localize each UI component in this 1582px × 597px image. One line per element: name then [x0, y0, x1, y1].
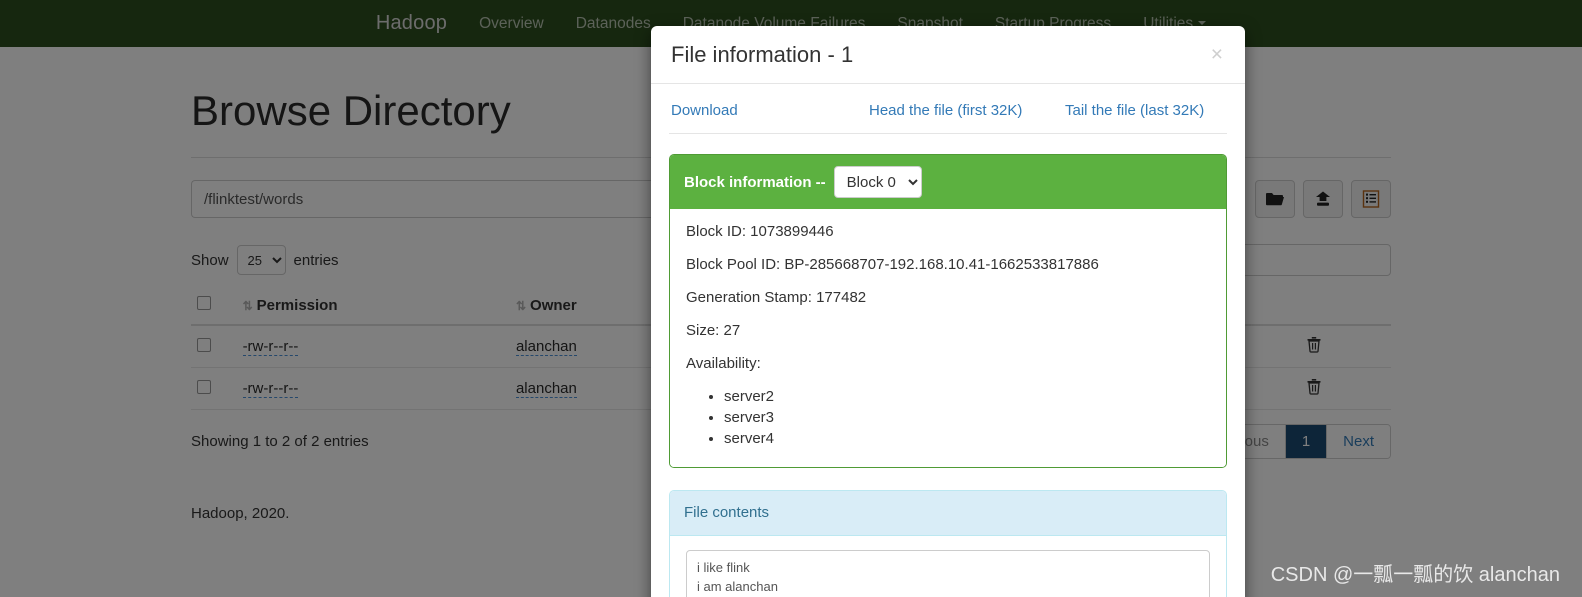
close-icon[interactable]: × [1209, 42, 1225, 67]
list-item: server2 [724, 388, 1210, 405]
block-pool-id: Block Pool ID: BP-285668707-192.168.10.4… [686, 256, 1099, 273]
modal-header: File information - 1 × [651, 26, 1245, 84]
modal-title: File information - 1 [671, 42, 854, 67]
tail-file-link[interactable]: Tail the file (last 32K) [1065, 102, 1204, 119]
block-information-header: Block information -- Block 0 [670, 155, 1226, 209]
list-item: server4 [724, 430, 1210, 447]
file-contents-textarea[interactable]: i like flink i am alanchan [686, 550, 1210, 597]
csdn-watermark: CSDN @一瓢一瓢的饮 alanchan [1270, 564, 1560, 586]
block-information-label: Block information -- [684, 173, 826, 191]
availability-label: Availability: [686, 355, 761, 372]
block-id: Block ID: 1073899446 [686, 223, 834, 240]
download-link[interactable]: Download [671, 102, 869, 119]
file-contents-header: File contents [670, 491, 1226, 536]
list-item: server3 [724, 409, 1210, 426]
file-contents-label: File contents [684, 504, 770, 521]
availability-list: server2 server3 server4 [686, 388, 1210, 447]
head-file-link[interactable]: Head the file (first 32K) [869, 102, 1065, 119]
file-information-modal: File information - 1 × Download Head the… [651, 26, 1245, 597]
block-size: Size: 27 [686, 322, 741, 339]
block-information-body: Block ID: 1073899446 Block Pool ID: BP-2… [670, 209, 1226, 467]
modal-body: Download Head the file (first 32K) Tail … [651, 84, 1245, 597]
file-actions: Download Head the file (first 32K) Tail … [669, 98, 1227, 134]
block-select[interactable]: Block 0 [833, 166, 922, 198]
file-contents-body: i like flink i am alanchan [670, 536, 1226, 597]
page-root: Hadoop Overview Datanodes Datanode Volum… [0, 0, 1582, 597]
block-information-panel: Block information -- Block 0 Block ID: 1… [669, 154, 1227, 468]
generation-stamp: Generation Stamp: 177482 [686, 289, 867, 306]
file-contents-panel: File contents i like flink i am alanchan [669, 490, 1227, 597]
